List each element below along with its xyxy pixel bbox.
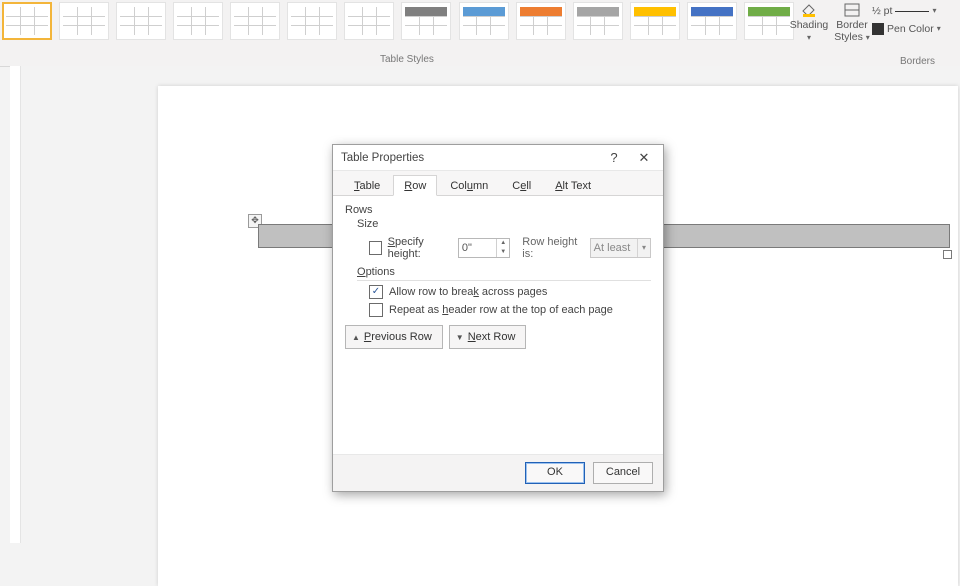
dialog-help-button[interactable]: ? [599,146,629,170]
options-heading: OOptionsptions [357,266,651,278]
line-sample-icon [895,11,929,12]
rows-heading: Rows [345,204,651,216]
repeat-header-checkbox[interactable] [369,303,383,317]
chevron-down-icon: ▾ [932,2,936,20]
ribbon: Table Styles Shading ▾ Border Styles ▾ ½… [0,0,960,67]
allow-break-row: Allow row to break across pages [369,285,651,299]
table-style-gallery[interactable] [0,0,780,48]
line-weight-value: ½ pt [872,2,892,20]
row-height-is-dropdown[interactable]: At least ▾ [590,238,651,258]
dialog-titlebar[interactable]: Table Properties ? ✕ [333,145,663,171]
border-styles-icon [843,2,861,18]
border-styles-button[interactable]: Border Styles ▾ [834,0,870,43]
pen-color-label: Pen Color [887,20,934,38]
specify-height-label: Specify height: [388,236,452,260]
table-style-thumb[interactable] [116,2,166,40]
repeat-header-row: Repeat as header row at the top of each … [369,303,651,317]
table-style-thumb[interactable] [344,2,394,40]
spinner-icon[interactable]: ▲▼ [496,239,509,257]
table-style-thumb[interactable] [687,2,737,40]
tab-column[interactable]: Column [439,175,499,196]
dialog-footer: OK Cancel [333,454,663,491]
borders-group: ½ pt ▾ Pen Color ▾ Borders [870,0,960,49]
dialog-close-button[interactable]: ✕ [629,146,659,170]
row-height-input[interactable]: 0" ▲▼ [458,238,510,258]
vertical-ruler [10,66,21,543]
allow-break-label: Allow row to break across pages [389,286,547,298]
table-style-thumb[interactable] [459,2,509,40]
allow-break-checkbox[interactable] [369,285,383,299]
size-heading: Size [357,218,651,230]
ribbon-group-label-styles: Table Styles [380,54,434,65]
tab-table[interactable]: Table [343,175,391,196]
pen-icon [872,23,884,35]
table-style-thumb[interactable] [2,2,52,40]
specify-height-row: Specify height: 0" ▲▼ Row height is: At … [369,236,651,260]
tab-alt-text[interactable]: Alt Text [544,175,602,196]
table-style-thumb[interactable] [630,2,680,40]
row-height-is-label: Row height is: [522,236,583,260]
table-style-thumb[interactable] [59,2,109,40]
next-row-button[interactable]: ▼ Next Row [449,325,527,349]
tab-cell[interactable]: Cell [501,175,542,196]
table-style-thumb[interactable] [573,2,623,40]
paint-bucket-icon [800,2,818,18]
row-height-is-value: At least [594,242,631,254]
triangle-up-icon: ▲ [352,333,360,342]
pen-color-dropdown[interactable]: Pen Color ▾ [870,20,960,38]
dialog-title: Table Properties [341,152,599,164]
chevron-down-icon: ▾ [937,20,941,38]
chevron-down-icon: ▾ [637,239,650,257]
shading-button[interactable]: Shading ▾ [784,0,834,43]
shading-label: Shading [790,19,829,31]
divider [357,280,651,281]
table-properties-dialog: Table Properties ? ✕ Table Row Column Ce… [332,144,664,492]
table-style-thumb[interactable] [516,2,566,40]
triangle-down-icon: ▼ [456,333,464,342]
border-styles-label: Border Styles [834,19,868,43]
table-resize-handle[interactable] [943,250,952,259]
dialog-tabstrip: Table Row Column Cell Alt Text [333,171,663,196]
cancel-button[interactable]: Cancel [593,462,653,484]
table-style-thumb[interactable] [287,2,337,40]
dialog-body: Rows Size Specify height: 0" ▲▼ Row heig… [333,196,663,454]
ok-button[interactable]: OK [525,462,585,484]
specify-height-checkbox[interactable] [369,241,382,255]
previous-row-button[interactable]: ▲ Previous Row [345,325,443,349]
repeat-header-label: Repeat as header row at the top of each … [389,304,613,316]
row-nav-buttons: ▲ Previous Row ▼ Next Row [345,325,651,349]
line-weight-dropdown[interactable]: ½ pt ▾ [870,2,960,20]
tab-row[interactable]: Row [393,175,437,196]
table-style-thumb[interactable] [401,2,451,40]
chevron-down-icon: ▾ [807,33,811,42]
table-style-thumb[interactable] [230,2,280,40]
table-style-thumb[interactable] [173,2,223,40]
row-height-value: 0" [462,242,472,254]
